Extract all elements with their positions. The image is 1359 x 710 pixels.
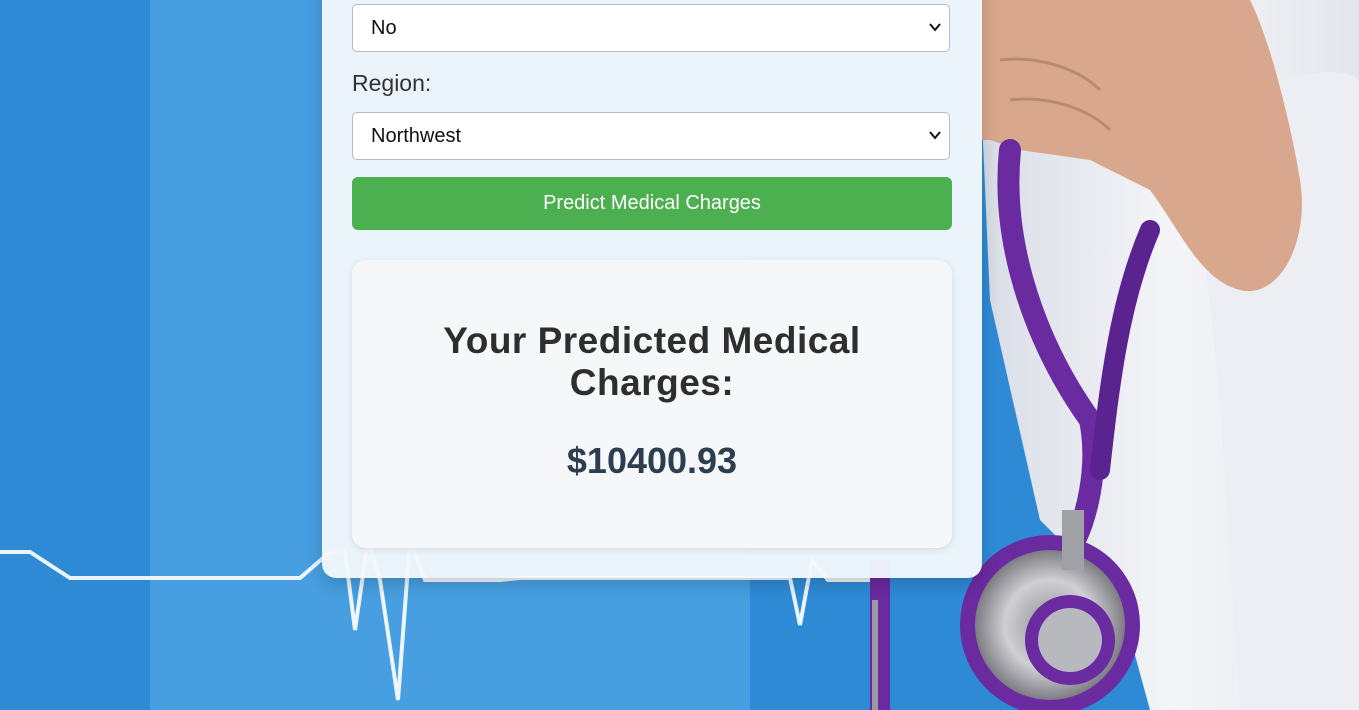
chevron-down-icon [929,23,941,32]
smoker-select[interactable]: No [352,4,950,52]
result-title: Your Predicted Medical Charges: [352,320,952,404]
region-label: Region: [352,70,432,96]
predict-button[interactable]: Predict Medical Charges [352,177,952,230]
region-select-value: Northwest [371,124,462,147]
result-title-line2: Charges: [569,362,735,403]
predicted-charges-value: $10400.93 [566,440,738,481]
smoker-select-value: No [371,16,397,39]
chevron-down-icon [929,131,941,140]
result-title-line1: Your Predicted Medical [443,320,861,361]
result-panel: Your Predicted Medical Charges: $10400.9… [352,260,952,548]
region-select[interactable]: Northwest [352,112,950,160]
